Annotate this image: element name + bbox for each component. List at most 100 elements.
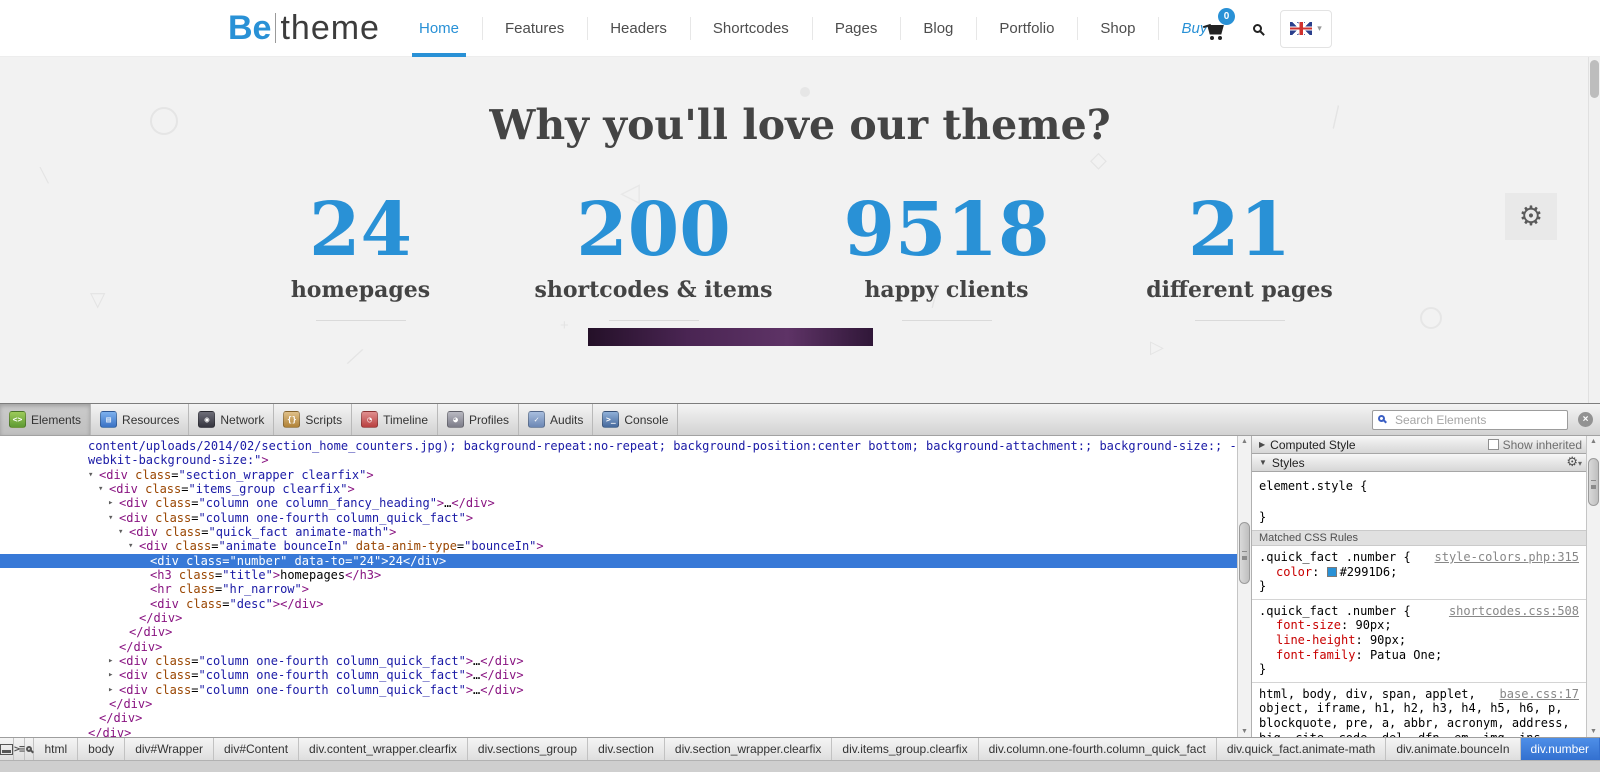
dock-button[interactable] xyxy=(0,738,14,760)
rule-selector[interactable]: .quick_fact .number { xyxy=(1259,604,1411,619)
crumb-div.section_wrapper.clearfix[interactable]: div.section_wrapper.clearfix xyxy=(665,738,833,760)
tree-row[interactable]: ▸<div class="column one-fourth column_qu… xyxy=(0,683,1237,697)
styles-header[interactable]: ▼ Styles ⚙▾ xyxy=(1252,454,1600,472)
tree-row[interactable]: ▾<div class="animate bounceIn" data-anim… xyxy=(0,539,1237,553)
scroll-up-icon[interactable]: ▲ xyxy=(1587,438,1600,445)
crumb-div.section[interactable]: div.section xyxy=(588,738,665,760)
tab-elements[interactable]: <>Elements xyxy=(0,404,91,435)
tree-row[interactable]: <hr class="hr_narrow"> xyxy=(0,582,1237,596)
logo-divider xyxy=(275,13,276,43)
scrollbar-thumb[interactable] xyxy=(1239,522,1250,584)
language-selector[interactable]: ▾ xyxy=(1280,10,1332,48)
nav-item-headers[interactable]: Headers xyxy=(587,0,690,57)
scroll-up-icon[interactable]: ▲ xyxy=(1238,438,1251,445)
crumb-div.content_wrapper.clearfix[interactable]: div.content_wrapper.clearfix xyxy=(299,738,468,760)
tab-console[interactable]: >_Console xyxy=(593,404,678,435)
stylesheet-link[interactable]: base.css:17 xyxy=(1500,687,1579,702)
tree-row[interactable]: </div> xyxy=(0,697,1237,711)
cart-button[interactable]: 0 xyxy=(1205,16,1235,42)
tree-row[interactable]: ▸<div class="column one-fourth column_qu… xyxy=(0,668,1237,682)
tree-row[interactable]: </div> xyxy=(0,611,1237,625)
show-inherited-toggle[interactable]: Show inherited xyxy=(1488,438,1594,452)
theme-options-button[interactable]: ⚙ xyxy=(1505,193,1557,240)
crumb-div#Content[interactable]: div#Content xyxy=(214,738,299,760)
collapsed-arrow-icon[interactable]: ▸ xyxy=(108,683,113,697)
computed-style-header[interactable]: ▶ Computed Style Show inherited xyxy=(1252,436,1600,454)
collapsed-arrow-icon[interactable]: ▸ xyxy=(108,668,113,682)
element-style-open[interactable]: element.style { xyxy=(1259,479,1579,495)
tab-network[interactable]: ◉Network xyxy=(189,404,274,435)
tree-row[interactable]: </div> xyxy=(0,711,1237,725)
nav-item-pages[interactable]: Pages xyxy=(812,0,901,57)
expanded-arrow-icon[interactable]: ▾ xyxy=(128,539,133,553)
inspect-search-button[interactable] xyxy=(25,738,34,760)
crumb-div.quick_fact.animate-math[interactable]: div.quick_fact.animate-math xyxy=(1217,738,1387,760)
elements-tree-scrollbar[interactable]: ▲ ▼ xyxy=(1237,436,1251,737)
nav-item-blog[interactable]: Blog xyxy=(900,0,976,57)
tree-row[interactable]: webkit-background-size:"> xyxy=(0,453,1237,467)
element-style-rule[interactable]: element.style { } xyxy=(1252,473,1586,527)
expanded-arrow-icon[interactable]: ▾ xyxy=(118,525,123,539)
tree-row[interactable]: ▾<div class="quick_fact animate-math"> xyxy=(0,525,1237,539)
tab-scripts[interactable]: {}Scripts xyxy=(274,404,352,435)
expanded-arrow-icon[interactable]: ▾ xyxy=(108,511,113,525)
tree-row[interactable]: <div class="desc"></div> xyxy=(0,597,1237,611)
collapsed-arrow-icon[interactable]: ▸ xyxy=(108,654,113,668)
tree-row[interactable]: ▸<div class="column one column_fancy_hea… xyxy=(0,496,1237,510)
crumb-div.animate.bounceIn[interactable]: div.animate.bounceIn xyxy=(1386,738,1520,760)
search-icon[interactable] xyxy=(1253,24,1262,33)
crumb-div.column.one-fourth.column_quick_fact[interactable]: div.column.one-fourth.column_quick_fact xyxy=(979,738,1217,760)
scrollbar-thumb[interactable] xyxy=(1588,458,1599,506)
search-elements-input[interactable] xyxy=(1372,410,1568,430)
nav-item-shop[interactable]: Shop xyxy=(1077,0,1158,57)
tree-row[interactable]: <h3 class="title">homepages</h3> xyxy=(0,568,1237,582)
browser-scrollbar[interactable] xyxy=(1588,57,1600,403)
stylesheet-link[interactable]: style-colors.php:315 xyxy=(1435,550,1580,565)
collapsed-arrow-icon[interactable]: ▸ xyxy=(108,496,113,510)
nav-item-features[interactable]: Features xyxy=(482,0,587,57)
tab-resources[interactable]: ▤Resources xyxy=(91,404,189,435)
scroll-down-icon[interactable]: ▼ xyxy=(1238,728,1251,735)
css-property[interactable]: font-family: Patua One; xyxy=(1259,648,1579,663)
nav-item-portfolio[interactable]: Portfolio xyxy=(976,0,1077,57)
scrollbar-thumb[interactable] xyxy=(1590,60,1599,98)
scroll-down-icon[interactable]: ▼ xyxy=(1587,728,1600,735)
tree-row[interactable]: ▾<div class="items_group clearfix"> xyxy=(0,482,1237,496)
crumb-div.items_group.clearfix[interactable]: div.items_group.clearfix xyxy=(832,738,978,760)
tree-row[interactable]: </div> xyxy=(0,726,1237,737)
sidebar-scrollbar[interactable]: ▲ ▼ xyxy=(1586,436,1600,737)
expanded-arrow-icon[interactable]: ▾ xyxy=(88,468,93,482)
expanded-arrow-icon[interactable]: ▾ xyxy=(98,482,103,496)
crumb-body[interactable]: body xyxy=(78,738,125,760)
tab-audits[interactable]: ✓Audits xyxy=(519,404,593,435)
code-segment: "animate bounceIn" xyxy=(219,539,349,553)
crumb-div#Wrapper[interactable]: div#Wrapper xyxy=(125,738,214,760)
nav-item-shortcodes[interactable]: Shortcodes xyxy=(690,0,812,57)
nav-item-home[interactable]: Home xyxy=(396,0,482,57)
show-inherited-checkbox[interactable] xyxy=(1488,439,1499,450)
tree-row[interactable]: </div> xyxy=(0,625,1237,639)
stylesheet-link[interactable]: shortcodes.css:508 xyxy=(1449,604,1579,619)
css-property[interactable]: font-size: 90px; xyxy=(1259,618,1579,633)
tree-row-selected[interactable]: <div class="number" data-to="24">24</div… xyxy=(0,554,1237,568)
crumb-div.number[interactable]: div.number xyxy=(1521,738,1600,760)
rule-selector[interactable]: html, body, div, span, applet, xyxy=(1259,687,1476,702)
tree-row[interactable]: ▾<div class="column one-fourth column_qu… xyxy=(0,511,1237,525)
code-segment: class xyxy=(172,568,215,582)
color-swatch[interactable] xyxy=(1327,567,1337,577)
tree-row[interactable]: ▸<div class="column one-fourth column_qu… xyxy=(0,654,1237,668)
tab-timeline[interactable]: ◔Timeline xyxy=(352,404,438,435)
crumb-div.sections_group[interactable]: div.sections_group xyxy=(468,738,588,760)
css-property[interactable]: color: #2991D6; xyxy=(1259,565,1579,580)
css-property[interactable]: line-height: 90px; xyxy=(1259,633,1579,648)
rule-selector[interactable]: .quick_fact .number { xyxy=(1259,550,1411,565)
crumb-html[interactable]: html xyxy=(34,738,78,760)
tree-row[interactable]: content/uploads/2014/02/section_home_cou… xyxy=(0,439,1237,453)
tree-row[interactable]: </div> xyxy=(0,640,1237,654)
devtools-close-button[interactable]: × xyxy=(1578,412,1593,427)
site-logo[interactable]: Betheme xyxy=(228,8,380,48)
console-toggle-button[interactable]: >≡ xyxy=(14,738,25,760)
tab-profiles[interactable]: ◕Profiles xyxy=(438,404,519,435)
tree-row[interactable]: ▾<div class="section_wrapper clearfix"> xyxy=(0,468,1237,482)
css-rule: .quick_fact .number {shortcodes.css:508f… xyxy=(1252,600,1586,683)
